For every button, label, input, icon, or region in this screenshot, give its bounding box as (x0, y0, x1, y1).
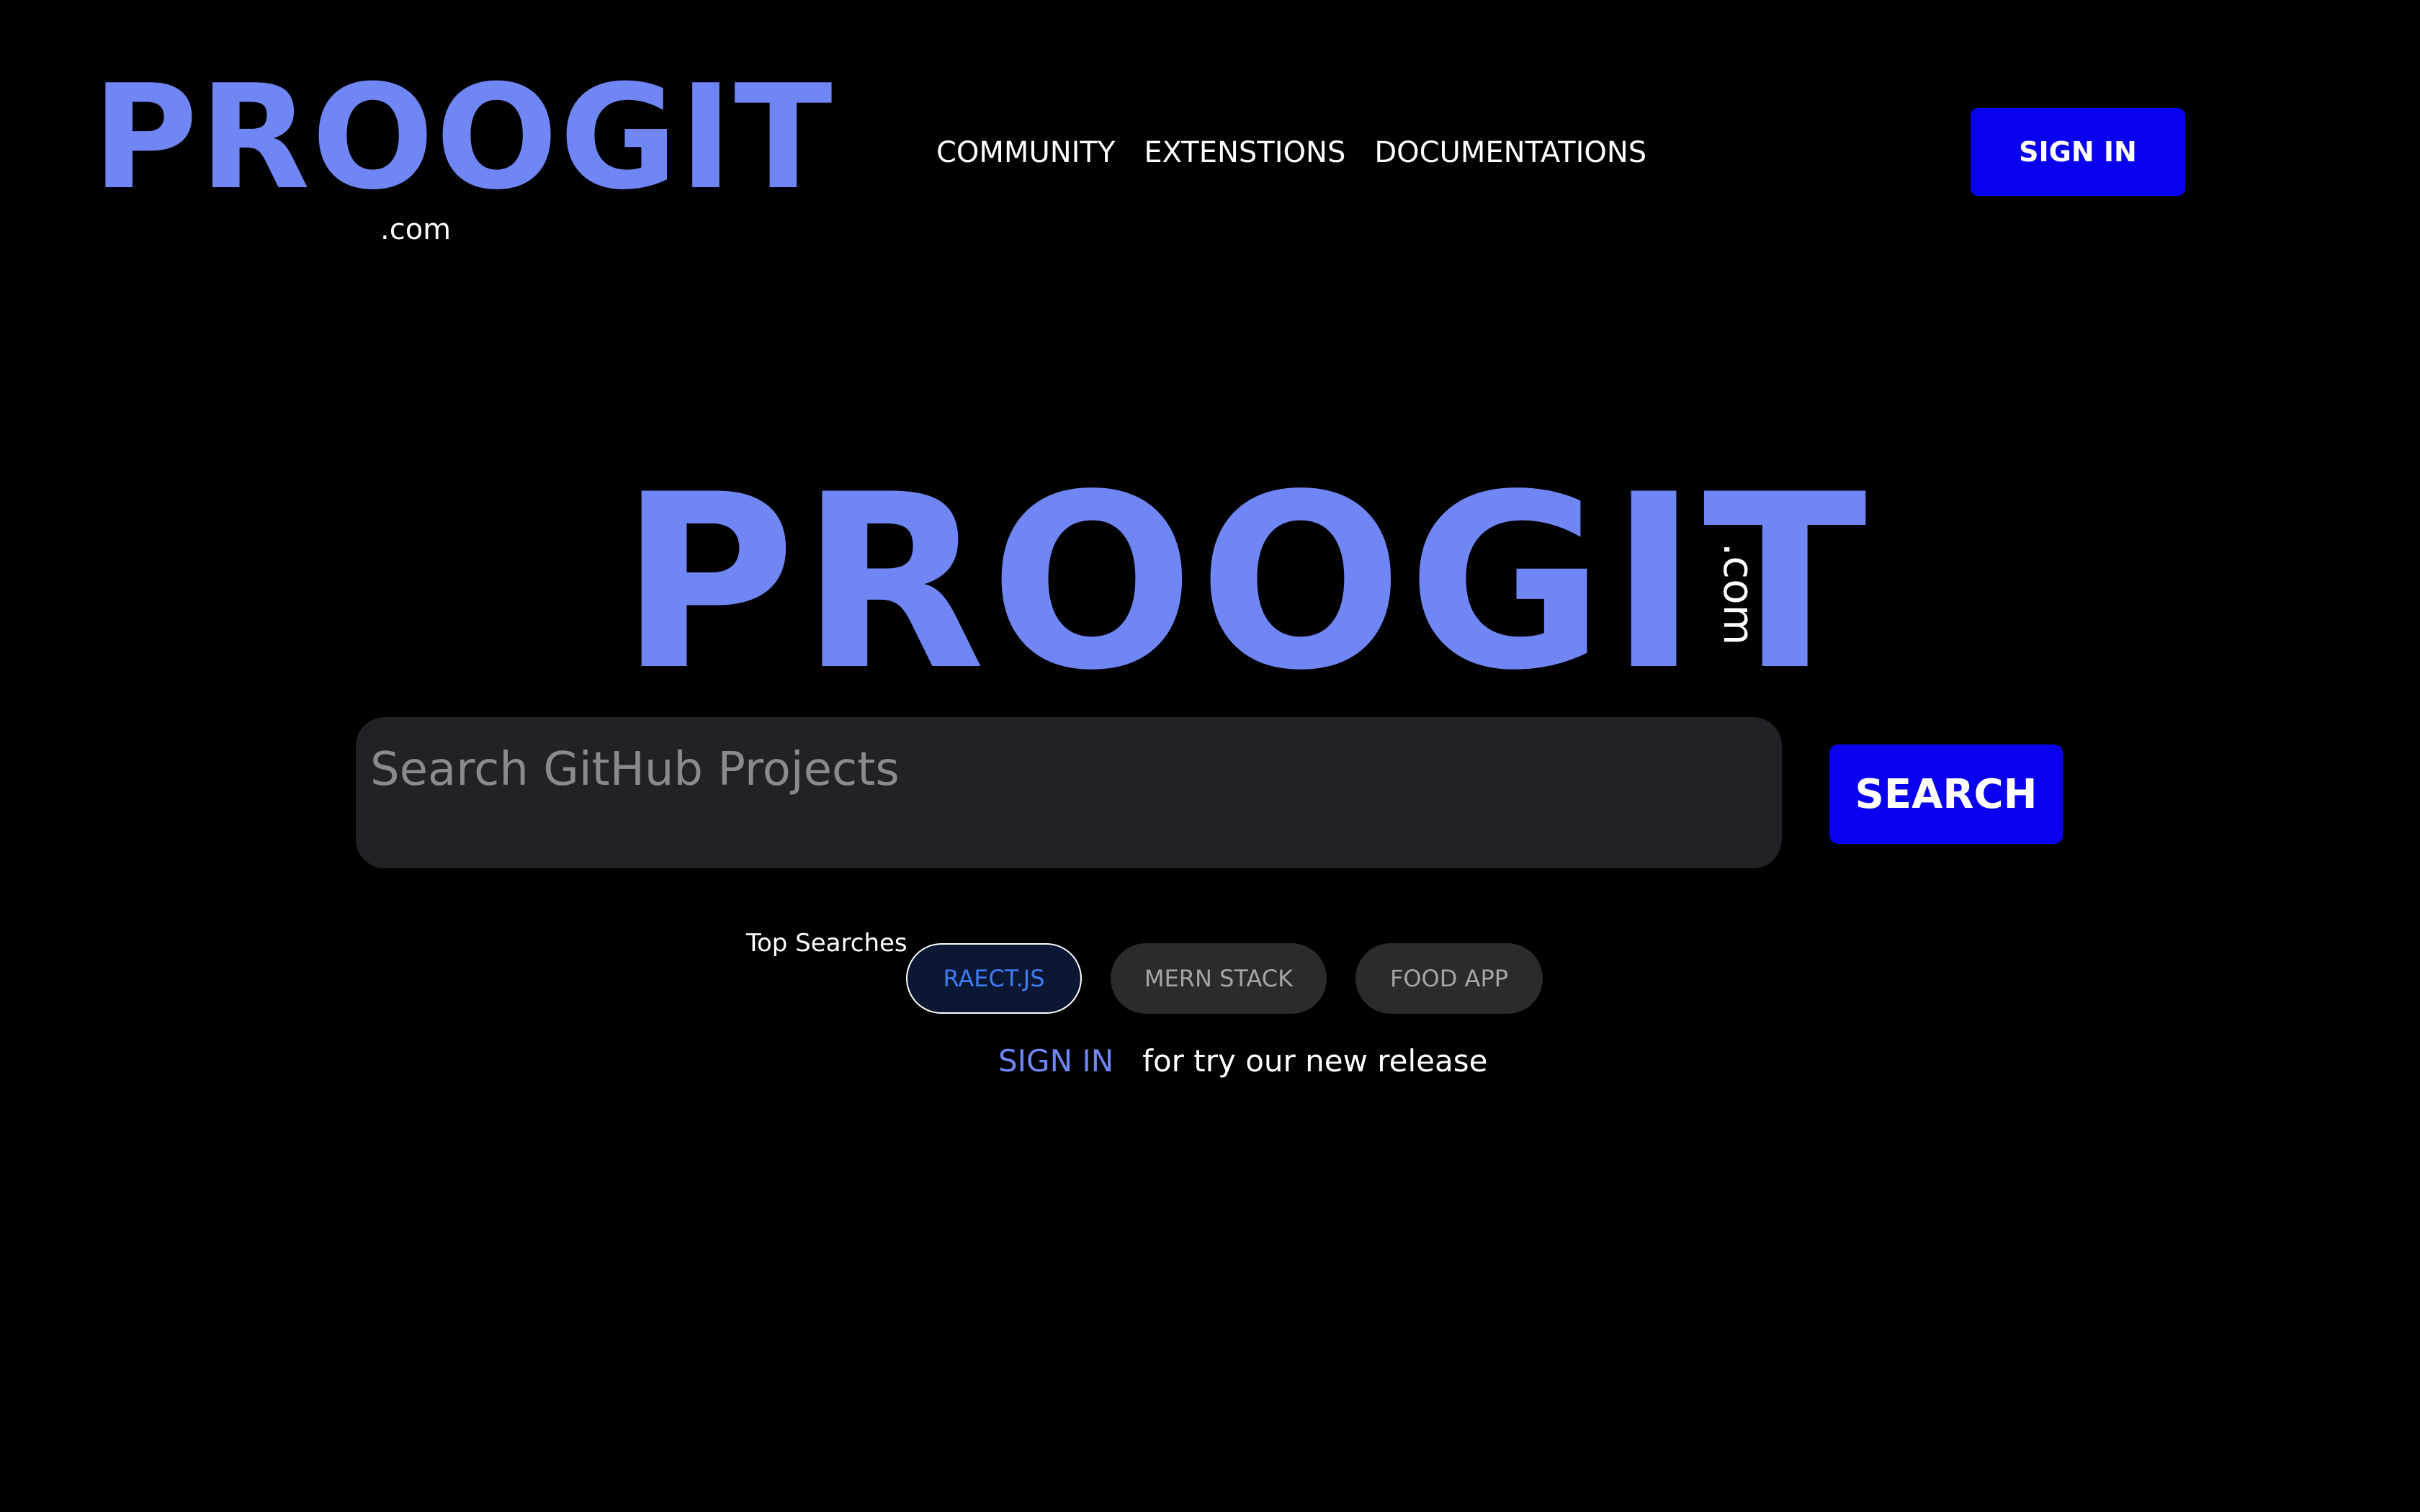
search-button[interactable]: SEARCH (1829, 744, 2063, 844)
promo-text: for try our new release (1142, 1043, 1488, 1079)
top-search-chip-mern-stack[interactable]: MERN STACK (1111, 943, 1327, 1014)
main-nav: COMMUNITY EXTENSTIONS DOCUMENTATIONS (936, 131, 1646, 174)
hero-logo: PROOGIT .com (619, 461, 1867, 706)
header-sign-in-button[interactable]: SIGN IN (1971, 108, 2185, 196)
search-input[interactable] (370, 737, 1739, 802)
hero-logo-suffix: .com (1714, 542, 1764, 646)
header-logo-suffix: .com (380, 213, 452, 246)
hero-logo-word: PROOGIT (619, 443, 1872, 723)
promo-line: SIGN IN for try our new release (998, 1041, 1487, 1081)
promo-sign-in-link[interactable]: SIGN IN (998, 1041, 1113, 1081)
header-logo-word: PROOGIT (92, 54, 834, 222)
top-searches-label: Top Searches (746, 929, 908, 958)
nav-link-documentations[interactable]: DOCUMENTATIONS (1374, 131, 1646, 174)
top-search-chip-reactjs[interactable]: RAECT.JS (906, 943, 1082, 1014)
header-logo[interactable]: PROOGIT .com (92, 59, 833, 261)
top-search-chip-food-app[interactable]: FOOD APP (1355, 943, 1543, 1014)
nav-link-extenstions[interactable]: EXTENSTIONS (1144, 131, 1345, 174)
nav-link-community[interactable]: COMMUNITY (936, 131, 1115, 174)
search-box[interactable] (356, 717, 1782, 868)
